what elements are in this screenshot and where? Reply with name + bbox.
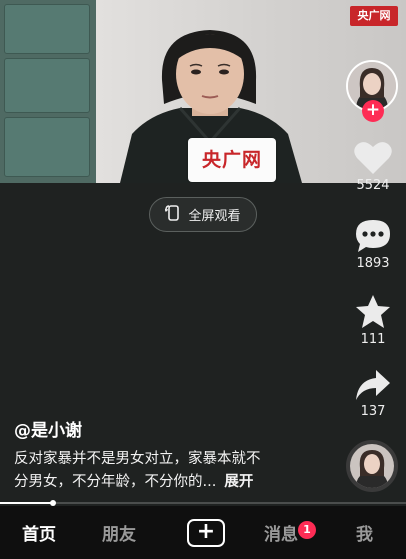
messages-badge: 1: [298, 521, 316, 539]
heart-icon: [346, 140, 400, 176]
broadcaster-logo: 央广网: [350, 6, 398, 26]
like-button[interactable]: 5524: [346, 140, 400, 193]
music-disc[interactable]: [346, 440, 398, 492]
favorite-button[interactable]: 111: [346, 294, 400, 347]
microphone-card: 央广网: [188, 138, 276, 182]
star-icon: [346, 294, 400, 330]
comment-icon: [346, 218, 400, 254]
create-button[interactable]: +: [187, 519, 225, 547]
fullscreen-label: 全屏观看: [188, 209, 241, 224]
comment-count: 1893: [356, 256, 390, 271]
favorite-count: 111: [360, 332, 386, 347]
expand-button[interactable]: 展开: [224, 474, 253, 490]
share-count: 137: [360, 404, 386, 419]
rotate-screen-icon: [164, 204, 181, 226]
comment-button[interactable]: 1893: [346, 218, 400, 271]
progress-bar[interactable]: [0, 500, 406, 506]
caption-line-1: 反对家暴并不是男女对立，家暴本就不: [14, 451, 261, 467]
progress-fill: [0, 502, 53, 504]
like-count: 5524: [356, 178, 390, 193]
follow-button[interactable]: +: [362, 100, 384, 122]
share-button[interactable]: 137: [346, 368, 400, 419]
bottom-nav: 首页 朋友 + 消息 1 我: [0, 506, 406, 559]
nav-me[interactable]: 我: [356, 520, 373, 545]
post-caption: 反对家暴并不是男女对立，家暴本就不 分男女，不分年龄，不分你的... 展开: [14, 448, 334, 494]
share-arrow-icon: [346, 368, 400, 402]
nav-messages[interactable]: 消息: [264, 520, 298, 545]
nav-friends[interactable]: 朋友: [102, 520, 136, 545]
fullscreen-button[interactable]: 全屏观看: [149, 197, 257, 232]
nav-home[interactable]: 首页: [22, 520, 56, 545]
caption-line-2: 分男女，不分年龄，不分你的...: [14, 474, 217, 490]
author-name[interactable]: @是小谢: [14, 416, 82, 441]
wall-panels: [0, 0, 96, 183]
